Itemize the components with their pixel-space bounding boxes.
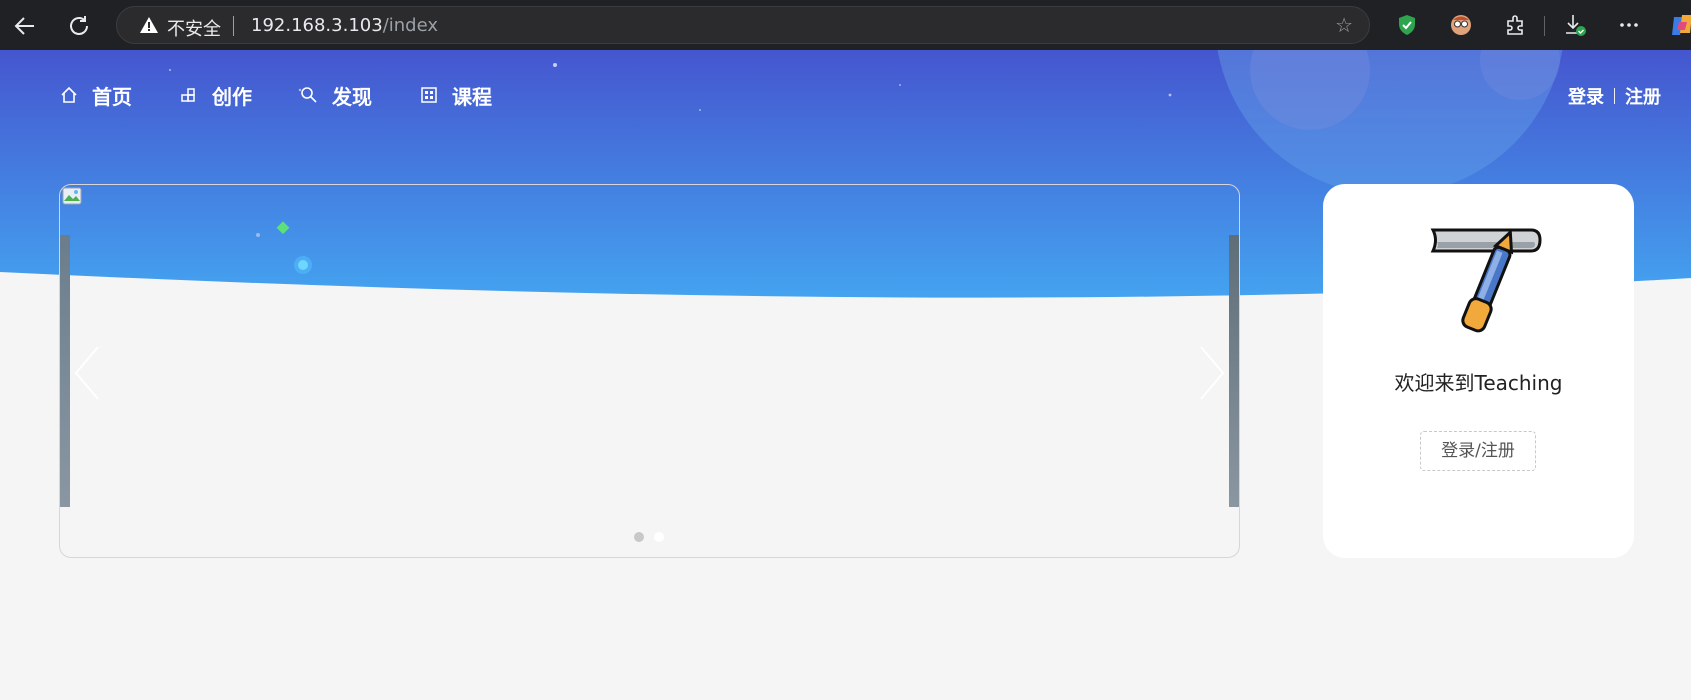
address-bar[interactable]: 不安全 192.168.3.103/index ☆ (116, 6, 1370, 44)
nav-item-label: 创作 (212, 84, 252, 109)
chevron-right-icon[interactable] (1197, 345, 1227, 401)
main-nav: 首页 创作 发现 课程 (60, 80, 540, 110)
slide-edge-right (1229, 235, 1239, 507)
register-link[interactable]: 注册 (1625, 83, 1661, 109)
auth-links: 登录 注册 (1568, 83, 1661, 109)
teaching-logo (1430, 228, 1542, 333)
carousel-dot-2[interactable] (654, 532, 664, 542)
url-text[interactable]: 192.168.3.103/index (251, 15, 438, 36)
avatar-extension-icon[interactable] (1448, 12, 1474, 38)
carousel-dots (634, 532, 674, 542)
star-icon[interactable]: ☆ (1335, 13, 1353, 37)
nav-item-label: 首页 (92, 84, 132, 109)
nav-item-course[interactable]: 课程 (420, 81, 492, 110)
nav-item-create[interactable]: 创作 (180, 81, 252, 110)
login-link[interactable]: 登录 (1568, 83, 1604, 109)
nav-item-label: 课程 (452, 84, 492, 109)
reload-button[interactable] (66, 13, 92, 39)
back-button[interactable] (12, 13, 38, 39)
create-icon (181, 88, 195, 102)
url-host: 192.168.3.103 (251, 15, 383, 36)
nav-item-label: 发现 (332, 84, 372, 109)
divider (1614, 88, 1615, 104)
warning-icon (140, 17, 158, 33)
reload-icon (70, 16, 88, 35)
more-icon[interactable] (1616, 12, 1642, 38)
chevron-left-icon[interactable] (72, 345, 102, 401)
divider (233, 16, 234, 36)
shield-extension-icon[interactable] (1394, 12, 1420, 38)
url-path: /index (382, 15, 438, 36)
nav-item-discover[interactable]: 发现 (300, 81, 372, 110)
login-register-button[interactable]: 登录/注册 (1420, 431, 1536, 471)
browser-toolbar: 不安全 192.168.3.103/index ☆ (0, 0, 1691, 50)
broken-image-icon (62, 187, 82, 205)
download-icon[interactable] (1562, 12, 1588, 38)
toolbar-divider (1544, 16, 1545, 36)
home-icon (61, 86, 77, 103)
carousel-dot-1[interactable] (634, 532, 644, 542)
nav-item-home[interactable]: 首页 (60, 81, 132, 110)
welcome-title: 欢迎来到Teaching (1394, 371, 1563, 395)
banner-carousel[interactable] (59, 184, 1240, 558)
welcome-card: 欢迎来到Teaching 登录/注册 (1323, 184, 1634, 558)
slide-edge-left (60, 235, 70, 507)
arrow-left-icon (14, 17, 34, 35)
search-icon (301, 87, 317, 103)
copilot-icon[interactable] (1670, 12, 1691, 38)
security-label[interactable]: 不安全 (167, 15, 221, 41)
puzzle-icon[interactable] (1502, 12, 1528, 38)
course-icon (421, 87, 437, 103)
